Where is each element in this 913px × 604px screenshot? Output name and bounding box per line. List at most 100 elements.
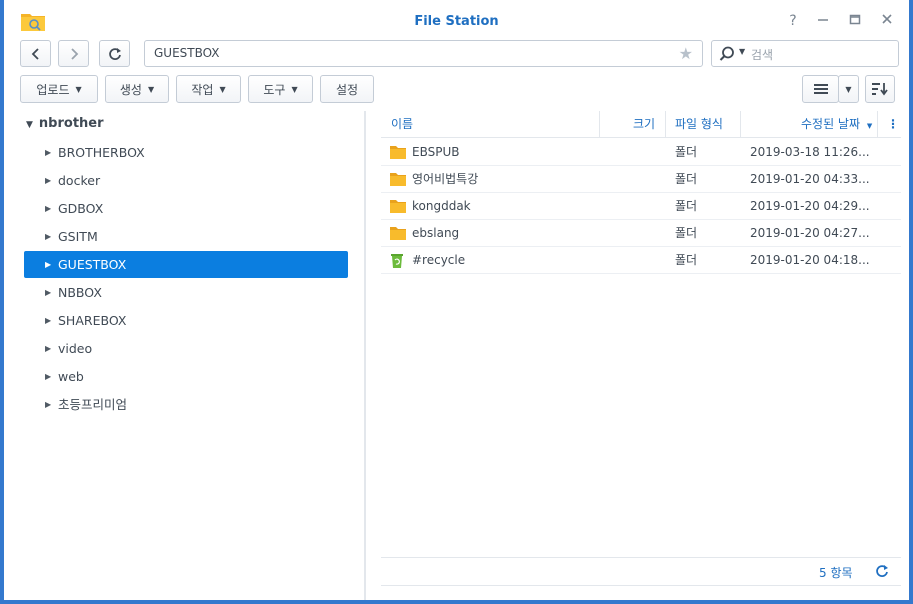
tree-item-docker[interactable]: ▶ docker — [24, 167, 348, 194]
column-name[interactable]: 이름 — [391, 111, 413, 138]
caret-right-icon[interactable]: ▶ — [45, 335, 51, 362]
chevron-down-icon: ▼ — [75, 84, 82, 94]
tools-button[interactable]: 도구 ▼ — [248, 75, 313, 103]
tree-item-brotherbox[interactable]: ▶ BROTHERBOX — [24, 139, 348, 166]
refresh-button[interactable] — [99, 40, 130, 67]
tree-item-sharebox[interactable]: ▶ SHAREBOX — [24, 307, 348, 334]
close-icon — [882, 14, 892, 24]
star-icon[interactable]: ★ — [679, 41, 693, 66]
file-type: 폴더 — [675, 199, 698, 213]
tree-item-label: GSITM — [58, 229, 98, 244]
tree-item-label: video — [58, 341, 93, 356]
tree-item-guestbox[interactable]: ▶ GUESTBOX — [24, 251, 348, 278]
close-button[interactable] — [878, 12, 896, 30]
tools-label: 도구 — [263, 82, 286, 97]
column-divider[interactable] — [877, 111, 878, 138]
forward-button[interactable] — [58, 40, 89, 67]
action-button[interactable]: 작업 ▼ — [176, 75, 241, 103]
tree-item-label: GDBOX — [58, 201, 104, 216]
tree-root-label: nbrother — [38, 116, 104, 131]
title-bar: File Station ? — [4, 0, 909, 40]
tree-item-gdbox[interactable]: ▶ GDBOX — [24, 195, 348, 222]
window-title: File Station — [414, 14, 499, 29]
settings-button[interactable]: 설정 — [320, 75, 374, 103]
upload-label: 업로드 — [36, 82, 70, 97]
tree-item-label: 초등프리미엄 — [58, 397, 128, 412]
tree-root-nbrother[interactable]: ▼ nbrother — [26, 116, 104, 131]
table-row[interactable]: EBSPUB 폴더 2019-03-18 11:26... — [381, 139, 901, 166]
path-bar[interactable]: GUESTBOX ★ — [144, 40, 703, 67]
list-refresh-button[interactable] — [875, 564, 889, 581]
chevron-down-icon: ▼ — [845, 84, 852, 94]
column-divider[interactable] — [665, 111, 666, 138]
tree-item-label: BROTHERBOX — [58, 145, 145, 160]
sort-icon — [872, 83, 888, 96]
table-row[interactable]: ebslang 폴더 2019-01-20 04:27... — [381, 220, 901, 247]
chevron-right-icon — [70, 47, 78, 60]
file-modified: 2019-01-20 04:33... — [750, 172, 870, 186]
caret-right-icon[interactable]: ▶ — [45, 251, 51, 278]
tree-item-video[interactable]: ▶ video — [24, 335, 348, 362]
column-divider[interactable] — [599, 111, 600, 138]
maximize-button[interactable] — [846, 12, 864, 30]
tree-item-label: docker — [58, 173, 101, 188]
tree-item-nbbox[interactable]: ▶ NBBOX — [24, 279, 348, 306]
file-name: ebslang — [412, 226, 460, 240]
table-row[interactable]: #recycle 폴더 2019-01-20 04:18... — [381, 247, 901, 274]
tree-item-label: web — [58, 369, 84, 384]
minimize-icon — [818, 19, 828, 21]
table-row[interactable]: kongddak 폴더 2019-01-20 04:29... — [381, 193, 901, 220]
view-mode-dropdown[interactable]: ▼ — [838, 75, 859, 103]
caret-right-icon[interactable]: ▶ — [45, 363, 51, 390]
caret-right-icon[interactable]: ▶ — [45, 391, 51, 418]
caret-right-icon[interactable]: ▶ — [45, 195, 51, 222]
maximize-icon — [849, 14, 861, 25]
pane-splitter[interactable] — [364, 111, 366, 600]
search-icon[interactable] — [719, 46, 735, 65]
caret-right-icon[interactable]: ▶ — [45, 223, 51, 250]
search-placeholder: 검색 — [751, 48, 774, 62]
table-row[interactable]: 영어비법특강 폴더 2019-01-20 04:33... — [381, 166, 901, 193]
caret-down-icon[interactable]: ▼ — [26, 120, 33, 130]
footer-divider — [381, 557, 901, 558]
search-field[interactable]: ▼ 검색 — [711, 40, 899, 67]
sort-button[interactable] — [865, 75, 895, 103]
file-station-window: File Station ? GUESTBOX ★ ▼ 검색 업로드 ▼ 생성 … — [0, 0, 913, 604]
file-type: 폴더 — [675, 253, 698, 267]
folder-icon — [390, 173, 406, 186]
file-modified: 2019-03-18 11:26... — [750, 145, 870, 159]
column-modified[interactable]: 수정된 날짜 ▼ — [801, 111, 872, 138]
recycle-bin-icon — [391, 254, 403, 268]
tree-item-web[interactable]: ▶ web — [24, 363, 348, 390]
settings-label: 설정 — [335, 82, 359, 97]
folder-icon — [390, 227, 406, 240]
list-view-icon — [813, 84, 828, 94]
caret-right-icon[interactable]: ▶ — [45, 279, 51, 306]
folder-icon — [390, 200, 406, 213]
tree-item-premium[interactable]: ▶ 초등프리미엄 — [24, 391, 348, 418]
upload-button[interactable]: 업로드 ▼ — [20, 75, 98, 103]
back-button[interactable] — [20, 40, 51, 67]
help-button[interactable]: ? — [784, 12, 802, 30]
file-type: 폴더 — [675, 172, 698, 186]
tree-item-label: SHAREBOX — [58, 313, 127, 328]
refresh-icon — [108, 47, 121, 60]
caret-right-icon[interactable]: ▶ — [45, 167, 51, 194]
view-mode-button[interactable] — [802, 75, 839, 103]
column-options-icon[interactable]: ⋮ — [887, 111, 899, 138]
folder-icon — [390, 146, 406, 159]
column-size[interactable]: 크기 — [633, 111, 655, 138]
column-divider[interactable] — [740, 111, 741, 138]
chevron-down-icon[interactable]: ▼ — [739, 47, 745, 56]
create-button[interactable]: 생성 ▼ — [105, 75, 169, 103]
chevron-down-icon: ▼ — [291, 84, 298, 94]
file-name: EBSPUB — [412, 145, 460, 159]
file-list-header: 이름 크기 파일 형식 수정된 날짜 ▼ ⋮ — [381, 111, 901, 138]
minimize-button[interactable] — [814, 12, 832, 30]
column-type[interactable]: 파일 형식 — [675, 111, 723, 138]
file-type: 폴더 — [675, 226, 698, 240]
caret-right-icon[interactable]: ▶ — [45, 307, 51, 334]
caret-right-icon[interactable]: ▶ — [45, 139, 51, 166]
tree-item-label: NBBOX — [58, 285, 102, 300]
tree-item-gsitm[interactable]: ▶ GSITM — [24, 223, 348, 250]
